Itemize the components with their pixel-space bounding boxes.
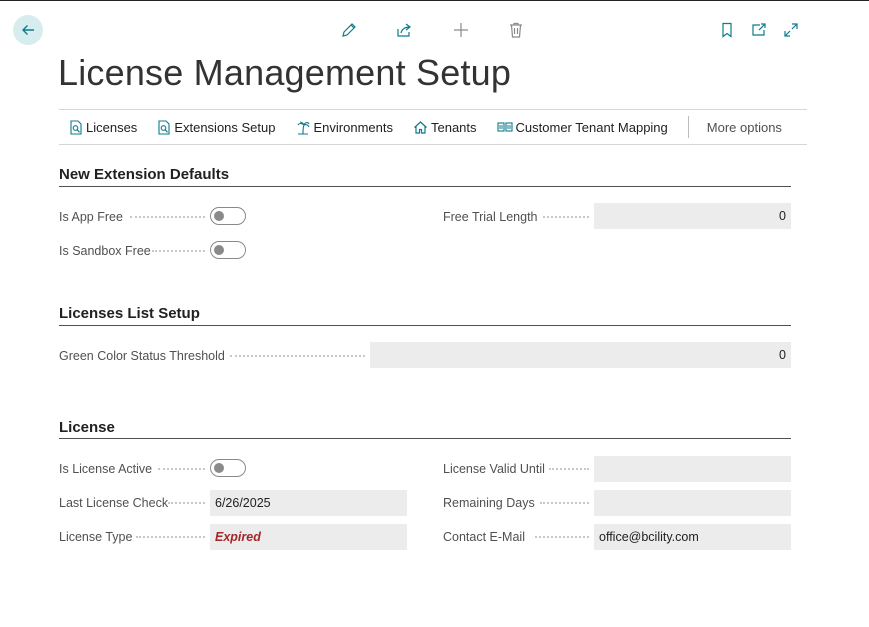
field-leader-dots — [543, 216, 589, 218]
section-divider — [59, 186, 791, 187]
field-label-last-license-check: Last License Check — [59, 496, 169, 510]
field-leader-dots — [130, 216, 205, 218]
field-leader-dots — [535, 536, 589, 538]
field-label-is-sandbox-free: Is Sandbox Free — [59, 244, 151, 258]
last-license-check-input[interactable]: 6/26/2025 — [210, 490, 407, 516]
action-label: Environments — [313, 119, 393, 135]
action-extensions-setup[interactable]: Extensions Setup — [157, 119, 276, 135]
license-type-value: Expired — [215, 530, 261, 544]
edit-icon — [342, 23, 356, 37]
document-search-icon — [158, 119, 170, 135]
home-icon — [414, 120, 427, 134]
section-title-license: License — [59, 419, 115, 436]
open-new-window-icon — [752, 23, 766, 36]
green-color-status-threshold-input[interactable]: 0 — [370, 342, 791, 368]
toggle-knob — [214, 245, 224, 255]
license-valid-until-input[interactable] — [594, 456, 791, 482]
free-trial-length-input[interactable]: 0 — [594, 203, 791, 229]
more-options-button[interactable]: More options — [707, 120, 782, 135]
action-licenses[interactable]: Licenses — [69, 120, 137, 135]
delete-button[interactable] — [506, 20, 526, 40]
section-title-licenses-list-setup: Licenses List Setup — [59, 305, 200, 322]
section-title-new-extension-defaults: New Extension Defaults — [59, 166, 230, 183]
document-search-icon — [70, 119, 82, 135]
toggle-knob — [214, 463, 224, 473]
contact-email-input[interactable]: office@bcility.com — [594, 524, 791, 550]
bookmark-button[interactable] — [717, 20, 737, 40]
field-label-green-color-status-threshold: Green Color Status Threshold — [59, 349, 225, 363]
share-button[interactable] — [394, 20, 414, 40]
field-leader-dots — [168, 502, 205, 504]
back-button[interactable] — [13, 15, 43, 45]
section-divider — [59, 438, 791, 439]
remaining-days-input[interactable] — [594, 490, 791, 516]
arrow-left-icon — [22, 25, 34, 35]
field-leader-dots — [152, 250, 205, 252]
license-type-input[interactable]: Expired — [210, 524, 407, 550]
palm-tree-icon — [297, 120, 309, 135]
action-label: Tenants — [430, 119, 477, 135]
page-title: License Management Setup — [58, 52, 512, 93]
action-bar: Licenses Extensions Setup Environments T… — [59, 109, 807, 145]
new-button[interactable] — [451, 20, 471, 40]
field-leader-dots — [136, 536, 205, 538]
edit-button[interactable] — [339, 20, 359, 40]
field-label-remaining-days: Remaining Days — [443, 496, 535, 510]
share-icon — [397, 23, 411, 37]
field-label-license-type: License Type — [59, 530, 133, 544]
field-leader-dots — [549, 468, 589, 470]
is-app-free-toggle[interactable] — [210, 207, 246, 225]
action-label: Licenses — [86, 119, 138, 135]
delete-icon — [510, 22, 522, 38]
expand-icon — [784, 23, 798, 37]
field-label-contact-email: Contact E-Mail — [443, 530, 525, 544]
new-icon — [454, 23, 468, 37]
is-sandbox-free-toggle[interactable] — [210, 241, 246, 259]
bookmark-icon — [722, 22, 732, 38]
action-label: Customer Tenant Mapping — [515, 119, 668, 135]
action-tenants[interactable]: Tenants — [413, 120, 477, 135]
field-label-is-app-free: Is App Free — [59, 210, 123, 224]
field-label-is-license-active: Is License Active — [59, 462, 153, 476]
open-new-window-button[interactable] — [749, 20, 769, 40]
window-top-border — [0, 0, 869, 1]
field-label-free-trial-length: Free Trial Length — [443, 210, 538, 224]
action-label: Extensions Setup — [174, 119, 276, 135]
mapping-icon — [496, 122, 513, 132]
field-leader-dots — [158, 468, 205, 470]
section-divider — [59, 325, 791, 326]
action-separator — [687, 116, 689, 138]
is-license-active-toggle[interactable] — [210, 459, 246, 477]
field-leader-dots — [230, 355, 365, 357]
expand-button[interactable] — [781, 20, 801, 40]
action-environments[interactable]: Environments — [296, 120, 393, 135]
field-label-license-valid-until: License Valid Until — [443, 462, 545, 476]
field-leader-dots — [540, 502, 589, 504]
toggle-knob — [214, 211, 224, 221]
action-customer-tenant-mapping[interactable]: Customer Tenant Mapping — [496, 119, 668, 135]
